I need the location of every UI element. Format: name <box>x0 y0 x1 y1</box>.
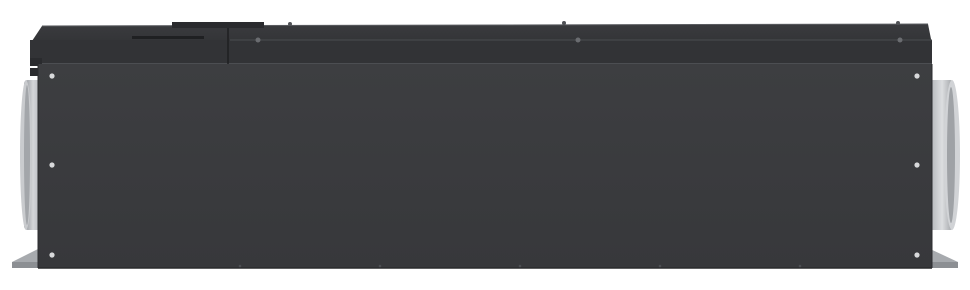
screw <box>914 73 920 79</box>
screw <box>914 162 920 168</box>
ventilation-unit-photo <box>12 21 960 269</box>
front-panel <box>37 64 933 269</box>
screw <box>49 73 55 79</box>
screw <box>49 252 55 258</box>
screw <box>914 252 920 258</box>
screw <box>49 162 55 168</box>
